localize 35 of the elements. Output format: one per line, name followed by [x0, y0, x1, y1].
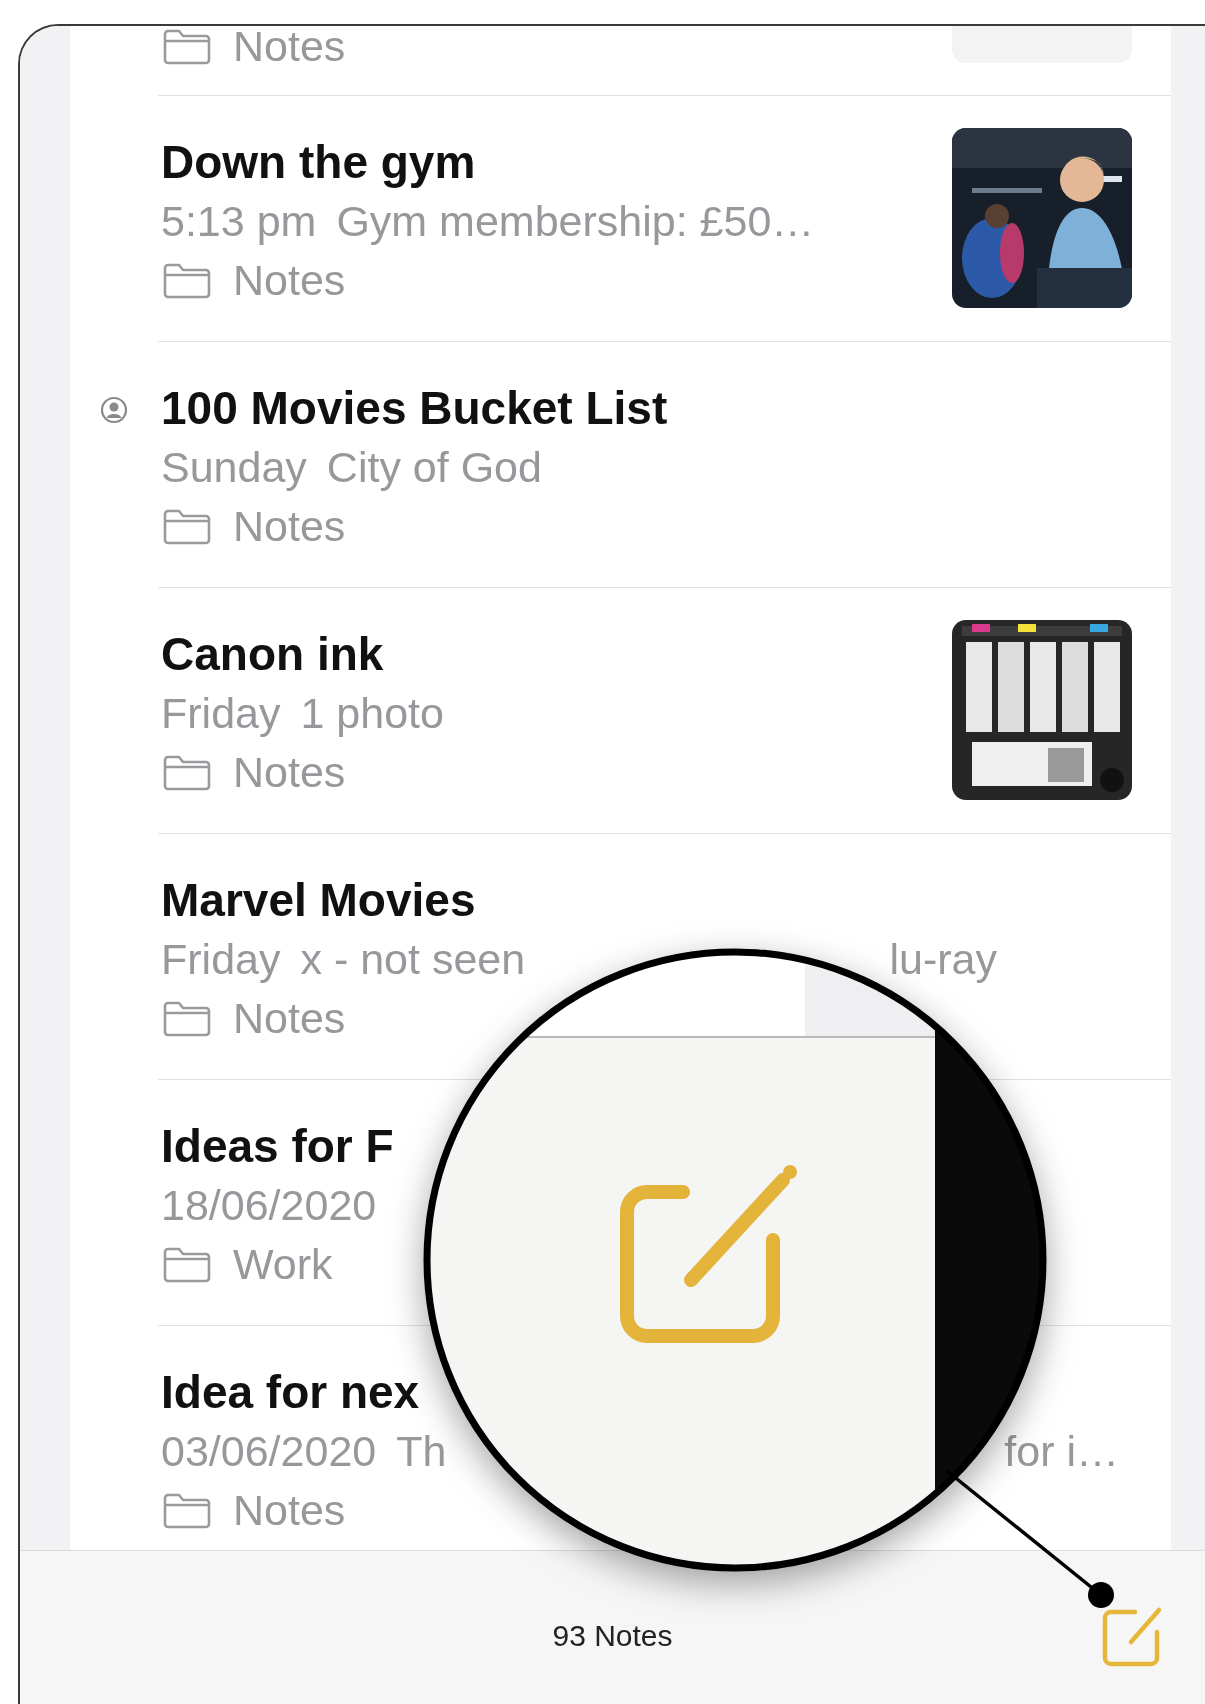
- folder-icon: [161, 999, 213, 1038]
- note-title: Ideas for F: [161, 1119, 395, 1174]
- note-preview: x - not seen: [300, 934, 526, 985]
- note-count: 93 Notes: [552, 1618, 673, 1653]
- note-preview: City of God: [326, 442, 542, 493]
- note-date: 5:13 pm: [161, 196, 317, 247]
- note-preview: lu-ray: [889, 934, 997, 985]
- note-title: Down the gym: [161, 135, 477, 190]
- note-preview: Th: [396, 1426, 447, 1477]
- folder-label: Notes: [233, 26, 346, 71]
- note-title: Idea for nex: [161, 1365, 421, 1420]
- folder-icon: [161, 1245, 213, 1284]
- note-date: 03/06/2020: [161, 1426, 377, 1477]
- folder-label: Work: [233, 1240, 333, 1289]
- folder-icon: [161, 27, 213, 66]
- folder-label: Notes: [233, 1486, 346, 1535]
- note-preview: Gym membership: £50…: [336, 196, 815, 247]
- note-preview: for i…: [1004, 1426, 1119, 1477]
- note-title: 100 Movies Bucket List: [161, 381, 669, 436]
- note-date: 18/06/2020: [161, 1180, 377, 1231]
- note-date: Friday: [161, 688, 281, 739]
- folder-label: Notes: [233, 256, 346, 305]
- compose-icon: [620, 1165, 797, 1343]
- folder-icon: [161, 507, 213, 546]
- folder-label: Notes: [233, 502, 346, 551]
- note-date: Sunday: [161, 442, 307, 493]
- folder-icon: [161, 753, 213, 792]
- note-title: Canon ink: [161, 627, 385, 682]
- folder-label: Notes: [233, 994, 346, 1043]
- note-preview: 1 photo: [300, 688, 444, 739]
- note-title: Marvel Movies: [161, 873, 477, 928]
- note-date: Friday: [161, 934, 281, 985]
- folder-icon: [161, 261, 213, 300]
- folder-icon: [161, 1491, 213, 1530]
- folder-label: Notes: [233, 748, 346, 797]
